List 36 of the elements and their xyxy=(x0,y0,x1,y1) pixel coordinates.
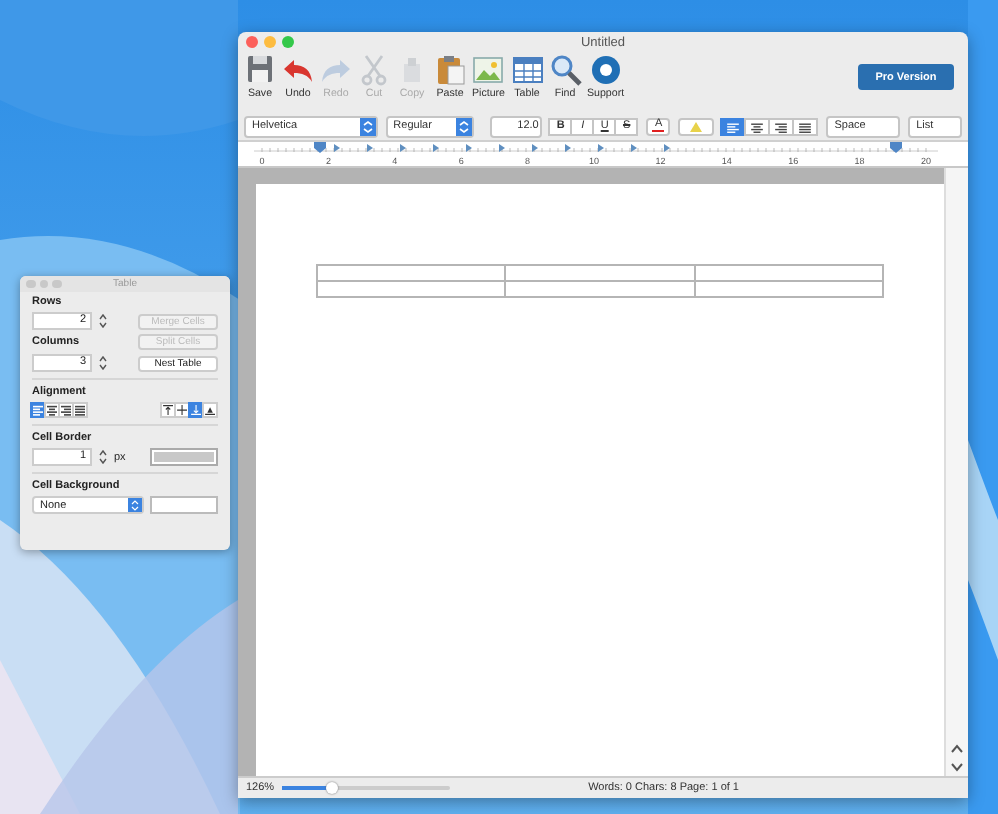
valign-middle-icon xyxy=(176,404,188,416)
stepper-icon[interactable] xyxy=(98,312,108,330)
align-center-icon xyxy=(46,404,58,416)
align-right-icon xyxy=(60,404,72,416)
search-icon xyxy=(549,54,581,86)
updown-arrows-icon[interactable] xyxy=(359,117,376,135)
stepper-icon[interactable] xyxy=(98,354,108,372)
close-button[interactable] xyxy=(246,36,258,48)
align-left-icon xyxy=(32,404,44,416)
align-justify-button[interactable] xyxy=(72,402,88,418)
stepper-icon[interactable] xyxy=(98,448,108,466)
align-left-button[interactable] xyxy=(720,117,747,135)
indent-marker[interactable] xyxy=(314,142,326,153)
align-right-button[interactable] xyxy=(768,117,795,135)
document-table[interactable] xyxy=(316,264,884,298)
scissors-icon xyxy=(358,54,390,86)
table-grid-icon xyxy=(511,54,543,86)
align-center-button[interactable] xyxy=(744,117,771,135)
support-icon xyxy=(589,54,622,86)
align-justify-icon xyxy=(74,404,86,416)
updown-arrows-icon[interactable] xyxy=(128,498,143,512)
updown-arrows-icon[interactable] xyxy=(456,117,473,135)
save-icon xyxy=(244,54,276,86)
valign-baseline-icon xyxy=(204,404,216,416)
valign-top-icon xyxy=(162,404,174,416)
indent-marker[interactable] xyxy=(890,142,902,153)
background-color-well[interactable] xyxy=(150,496,218,514)
highlighter-icon xyxy=(686,119,707,133)
align-baseline-button[interactable] xyxy=(202,402,218,418)
redo-arrow-icon xyxy=(320,54,352,86)
image-icon xyxy=(472,54,505,86)
clipboard-icon xyxy=(434,54,466,86)
border-color-well[interactable] xyxy=(150,448,218,466)
align-justify-button[interactable] xyxy=(792,117,819,135)
valign-bottom-icon xyxy=(190,404,202,416)
undo-arrow-icon xyxy=(282,54,314,86)
